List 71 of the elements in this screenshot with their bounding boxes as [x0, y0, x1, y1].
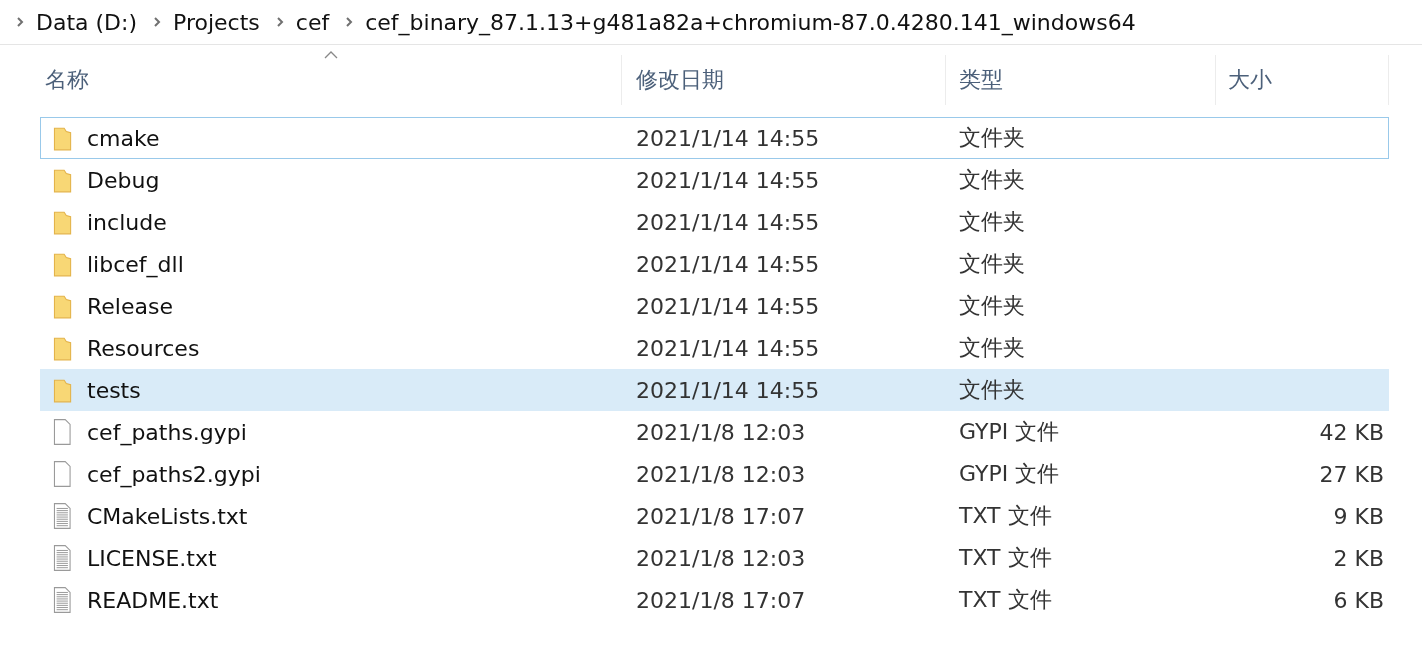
file-size: 6 KB: [1333, 587, 1384, 613]
file-row[interactable]: Release 2021/1/14 14:55 文件夹: [40, 285, 1389, 327]
chevron-icon[interactable]: [16, 16, 24, 28]
file-name: README.txt: [87, 587, 219, 613]
modified-date: 2021/1/14 14:55: [636, 125, 820, 151]
file-type: GYPI 文件: [959, 418, 1060, 446]
column-header[interactable]: 修改日期: [636, 65, 724, 95]
file-name: Resources: [87, 335, 200, 361]
file-row[interactable]: cef_paths2.gypi 2021/1/8 12:03 GYPI 文件 27 KB: [40, 453, 1389, 495]
text-file-icon: [51, 586, 73, 614]
file-row[interactable]: CMakeLists.txt 2021/1/8 17:07 TXT 文件 9 KB: [40, 495, 1389, 537]
chevron-icon[interactable]: [275, 16, 284, 28]
file-row[interactable]: Resources 2021/1/14 14:55 文件夹: [40, 327, 1389, 369]
file-name: cef_paths.gypi: [87, 419, 247, 445]
file-type: TXT 文件: [959, 586, 1052, 614]
file-type: 文件夹: [959, 334, 1025, 362]
file-name: cef_paths2.gypi: [87, 461, 261, 487]
modified-date: 2021/1/14 14:55: [636, 251, 820, 277]
modified-date: 2021/1/8 17:07: [636, 503, 806, 529]
file-name: Debug: [87, 167, 160, 193]
file-row[interactable]: libcef_dll 2021/1/14 14:55 文件夹: [40, 243, 1389, 285]
column-header[interactable]: 名称: [45, 65, 89, 95]
file-type: 文件夹: [959, 166, 1025, 194]
text-file-icon: [51, 544, 73, 572]
modified-date: 2021/1/14 14:55: [636, 293, 820, 319]
file-row[interactable]: LICENSE.txt 2021/1/8 12:03 TXT 文件 2 KB: [40, 537, 1389, 579]
modified-date: 2021/1/14 14:55: [636, 167, 820, 193]
file-name: libcef_dll: [87, 251, 184, 277]
file-type: TXT 文件: [959, 544, 1052, 572]
file-icon: [51, 460, 73, 488]
modified-date: 2021/1/14 14:55: [636, 209, 820, 235]
file-type: 文件夹: [959, 376, 1025, 404]
file-size: 9 KB: [1333, 503, 1384, 529]
file-size: 42 KB: [1319, 419, 1384, 445]
text-file-icon: [51, 502, 73, 530]
modified-date: 2021/1/14 14:55: [636, 377, 820, 403]
file-row[interactable]: cmake 2021/1/14 14:55 文件夹: [40, 117, 1389, 159]
file-row[interactable]: tests 2021/1/14 14:55 文件夹: [40, 369, 1389, 411]
breadcrumb-item[interactable]: Projects: [173, 9, 260, 35]
file-name: tests: [87, 377, 141, 403]
modified-date: 2021/1/14 14:55: [636, 335, 820, 361]
file-type: 文件夹: [959, 250, 1025, 278]
breadcrumb-item[interactable]: cef_binary_87.1.13+g481a82a+chromium-87.0.4280.141_windows64: [365, 9, 1136, 35]
file-name: LICENSE.txt: [87, 545, 217, 571]
modified-date: 2021/1/8 12:03: [636, 461, 806, 487]
modified-date: 2021/1/8 12:03: [636, 419, 806, 445]
file-type: TXT 文件: [959, 502, 1052, 530]
modified-date: 2021/1/8 17:07: [636, 587, 806, 613]
file-name: Release: [87, 293, 173, 319]
file-icon: [51, 418, 73, 446]
file-type: 文件夹: [959, 292, 1025, 320]
file-size: 27 KB: [1319, 461, 1384, 487]
file-row[interactable]: include 2021/1/14 14:55 文件夹: [40, 201, 1389, 243]
modified-date: 2021/1/8 12:03: [636, 545, 806, 571]
column-header[interactable]: 类型: [959, 65, 1003, 95]
file-size: 2 KB: [1333, 545, 1384, 571]
chevron-icon[interactable]: [153, 16, 162, 28]
breadcrumb-item[interactable]: Data (D:): [36, 9, 138, 35]
column-header[interactable]: 大小: [1228, 65, 1272, 95]
file-type: 文件夹: [959, 208, 1025, 236]
sort-ascending-icon: [323, 51, 338, 59]
file-row[interactable]: cef_paths.gypi 2021/1/8 12:03 GYPI 文件 42 KB: [40, 411, 1389, 453]
file-row[interactable]: Debug 2021/1/14 14:55 文件夹: [40, 159, 1389, 201]
file-name: CMakeLists.txt: [87, 503, 248, 529]
file-type: 文件夹: [959, 124, 1025, 152]
breadcrumb-item[interactable]: cef: [295, 9, 330, 35]
file-name: cmake: [87, 125, 160, 151]
file-row[interactable]: README.txt 2021/1/8 17:07 TXT 文件 6 KB: [40, 579, 1389, 621]
chevron-icon[interactable]: [345, 16, 354, 28]
file-name: include: [87, 209, 167, 235]
file-type: GYPI 文件: [959, 460, 1060, 488]
